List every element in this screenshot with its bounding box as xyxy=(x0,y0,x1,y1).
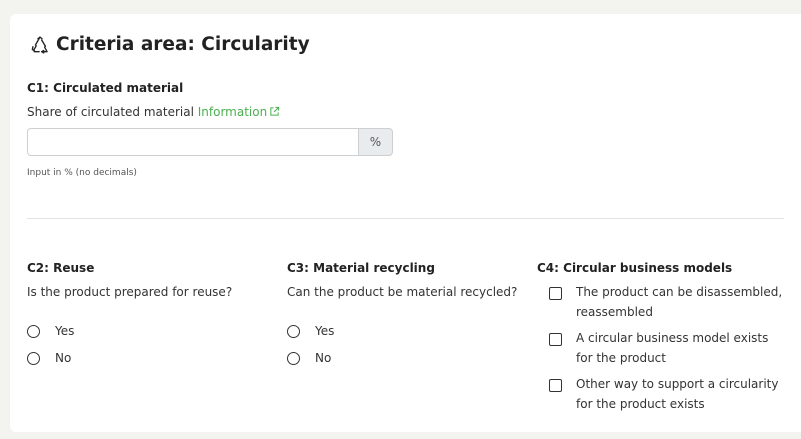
circulated-material-input[interactable] xyxy=(27,128,358,156)
c2-heading: C2: Reuse xyxy=(27,261,95,275)
information-link-label: Information xyxy=(197,105,268,119)
radio-button[interactable] xyxy=(287,351,300,365)
radio-label: Yes xyxy=(55,324,75,338)
c2-question: Is the product prepared for reuse? xyxy=(27,285,233,299)
recycle-icon xyxy=(31,35,48,54)
radio-label: No xyxy=(55,351,72,365)
c4-checkbox-other-way[interactable]: Other way to support a circularity for t… xyxy=(549,377,786,414)
checkbox-label: Other way to support a circularity for t… xyxy=(576,377,779,411)
section-title: Criteria area: Circularity xyxy=(30,34,310,55)
information-link[interactable]: Information xyxy=(198,105,280,119)
c1-input-group: % xyxy=(27,128,393,156)
c3-heading: C3: Material recycling xyxy=(287,261,435,275)
percent-addon: % xyxy=(358,128,393,156)
c2-radio-no[interactable]: No xyxy=(27,351,71,365)
radio-label: Yes xyxy=(315,324,335,338)
radio-label: No xyxy=(315,351,332,365)
radio-button[interactable] xyxy=(27,351,40,365)
criteria-card: Criteria area: Circularity C1: Circulate… xyxy=(10,14,801,432)
c1-heading: C1: Circulated material xyxy=(27,81,184,95)
radio-button[interactable] xyxy=(287,324,300,338)
c3-radio-no[interactable]: No xyxy=(287,351,331,365)
c3-radio-yes[interactable]: Yes xyxy=(287,324,334,338)
c1-question-text: Share of circulated material xyxy=(27,105,194,119)
c4-heading: C4: Circular business models xyxy=(537,261,733,275)
divider xyxy=(27,218,784,219)
c4-checkbox-disassembled[interactable]: The product can be disassembled, reassem… xyxy=(549,285,786,322)
checkbox[interactable] xyxy=(549,333,562,346)
checkbox-label: The product can be disassembled, reassem… xyxy=(576,285,783,319)
section-title-text: Criteria area: Circularity xyxy=(56,34,310,55)
radio-button[interactable] xyxy=(27,324,40,338)
checkbox[interactable] xyxy=(549,379,562,392)
external-link-icon xyxy=(270,106,280,116)
checkbox-label: A circular business model exists for the… xyxy=(576,331,769,365)
c4-checkbox-business-model[interactable]: A circular business model exists for the… xyxy=(549,331,786,368)
c1-question: Share of circulated material Information xyxy=(27,105,280,119)
checkbox[interactable] xyxy=(549,287,562,300)
c3-question: Can the product be material recycled? xyxy=(287,285,518,299)
c2-radio-yes[interactable]: Yes xyxy=(27,324,74,338)
c1-hint: Input in % (no decimals) xyxy=(27,168,137,178)
